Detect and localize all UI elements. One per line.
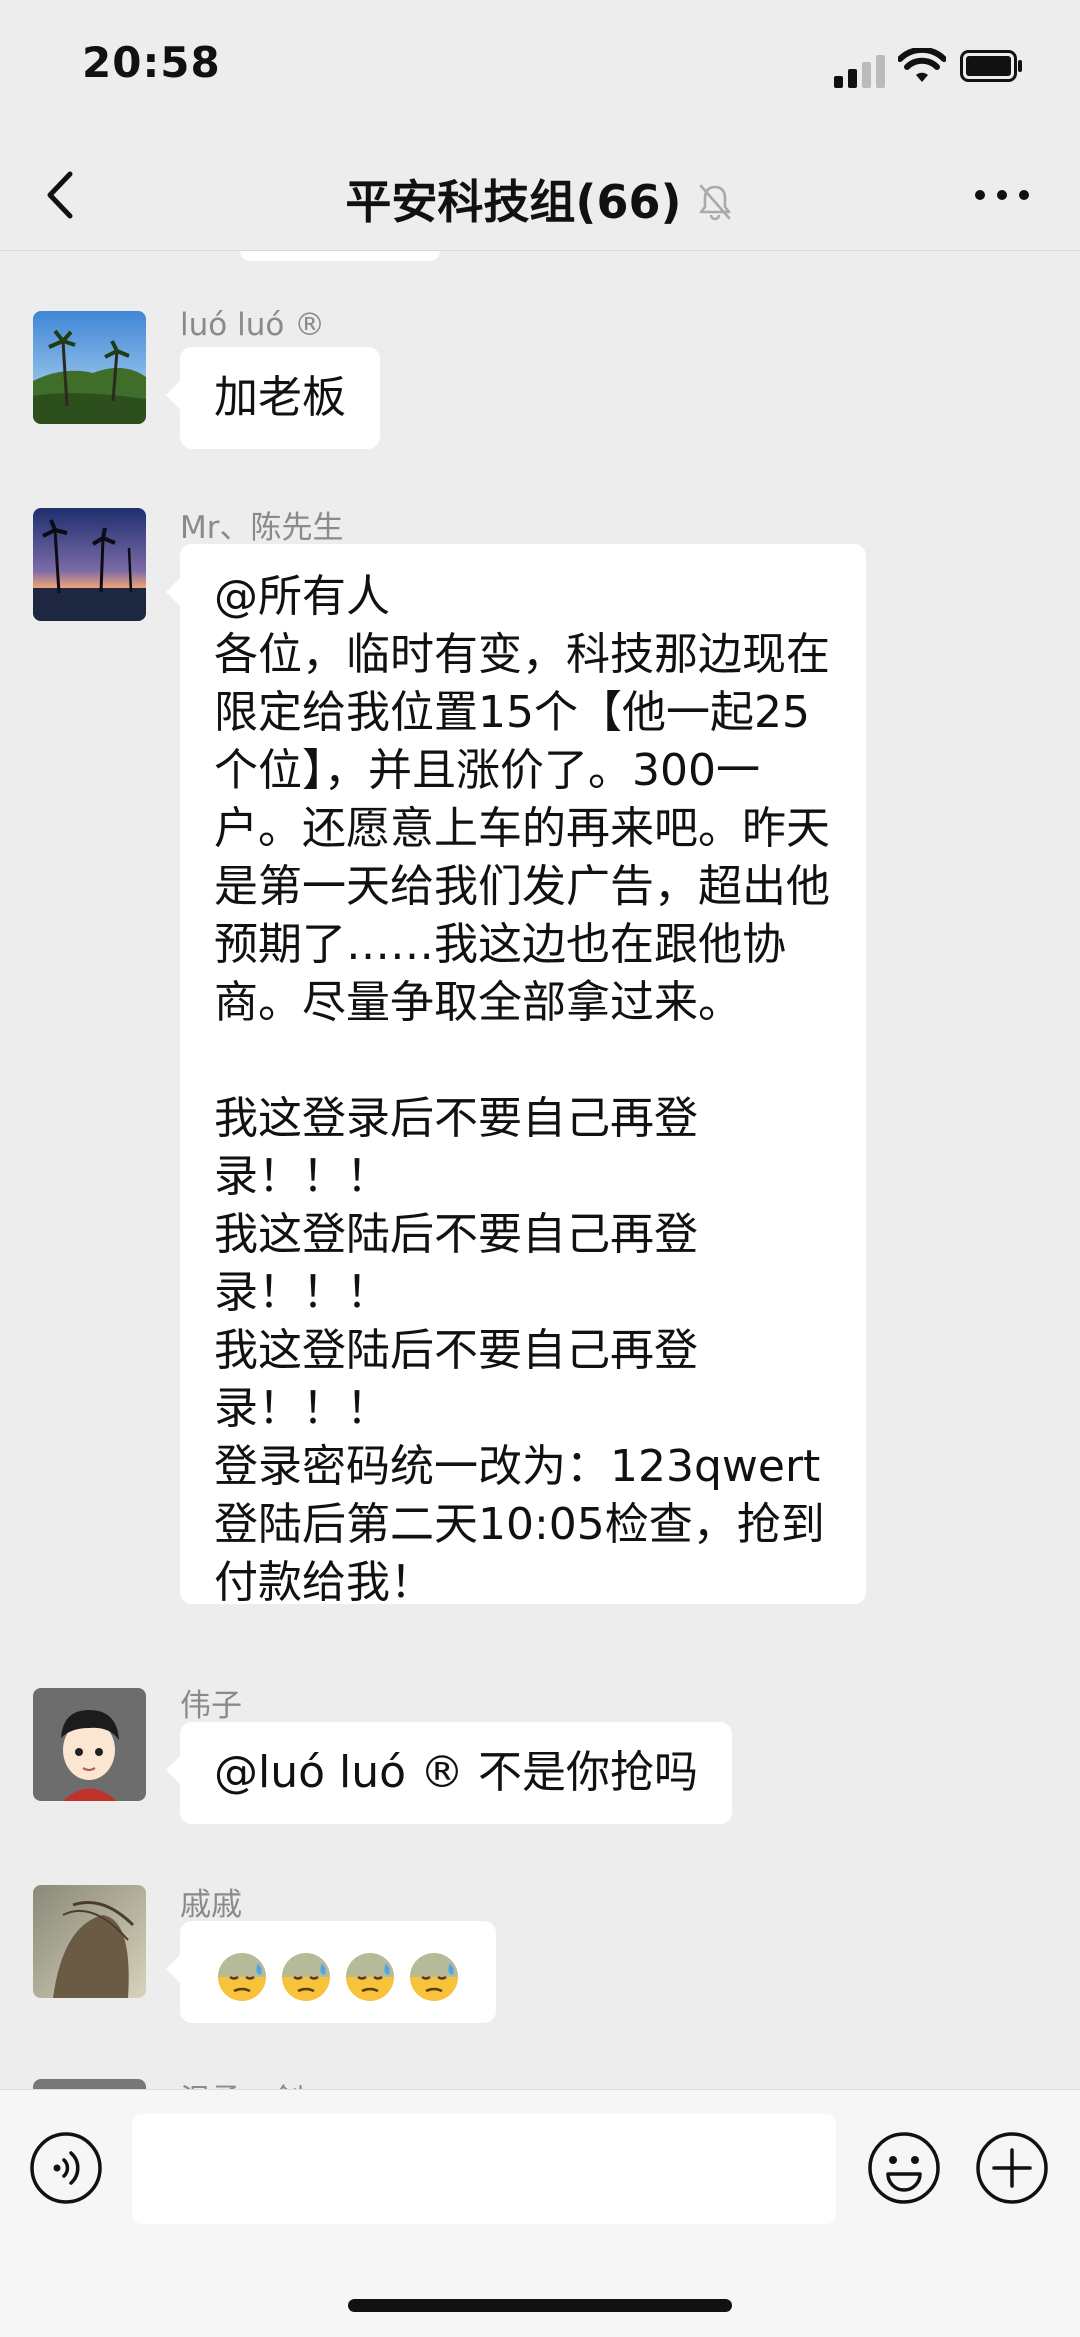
chat-header: 平安科技组(66) [0,140,1080,251]
emoji-row [214,1947,462,2003]
cellular-signal-icon [834,52,886,88]
message-bubble[interactable]: @所有人 各位，临时有变，科技那边现在限定给我位置15个【他一起25个位】，并且… [166,544,866,1608]
status-time: 20:58 [82,38,221,87]
sweat-face-emoji-icon [410,1953,458,2001]
message-text: @所有人 各位，临时有变，科技那边现在限定给我位置15个【他一起25个位】，并且… [214,571,830,1608]
more-options-button[interactable] [972,180,1032,210]
previous-message-bubble[interactable] [240,251,440,261]
avatar[interactable] [33,508,146,621]
message-bubble[interactable]: @luó luó ® 不是你抢吗 [165,1722,733,1824]
emoji-button[interactable] [866,2130,942,2206]
home-indicator[interactable] [348,2299,732,2312]
sender-name: luó luó ® [180,307,326,343]
message-text: 加老板 [214,372,346,423]
sender-name: 温柔一剑 [180,2075,304,2089]
sweat-face-emoji-icon [218,1953,266,2001]
chat-title: 平安科技组(66) [345,175,682,229]
message-bubble[interactable]: 加老板 [166,347,380,449]
mute-notifications-icon [699,184,730,221]
message-bubble[interactable] [166,1921,496,2023]
avatar[interactable] [33,311,146,424]
avatar[interactable] [33,1885,146,1998]
sweat-face-emoji-icon [346,1953,394,2001]
more-functions-plus-button[interactable] [974,2130,1050,2206]
message-list[interactable]: luó luó ® 加老板 Mr、陈先生 @所有人 各位，临时有变，科技那边现在… [0,251,1080,2089]
message-text: @luó luó ® 不是你抢吗 [214,1747,699,1798]
chat-title-container: 平安科技组(66) [0,166,1080,232]
status-bar: 20:58 [0,0,1080,140]
sender-name: 伟子 [180,1688,242,1724]
sender-name: Mr、陈先生 [180,510,344,546]
voice-input-button[interactable] [28,2130,104,2206]
sender-name: 戚戚 [180,1887,242,1923]
avatar[interactable] [33,1688,146,1801]
wechat-group-chat-screen: 20:58 平安科技组(66) luó luó ® 加老板 Mr、陈先生 @所有… [0,0,1080,2337]
message-input[interactable] [132,2114,836,2224]
sweat-face-emoji-icon [282,1953,330,2001]
wifi-icon [898,48,946,82]
battery-icon [960,50,1022,82]
avatar[interactable] [33,2079,146,2089]
